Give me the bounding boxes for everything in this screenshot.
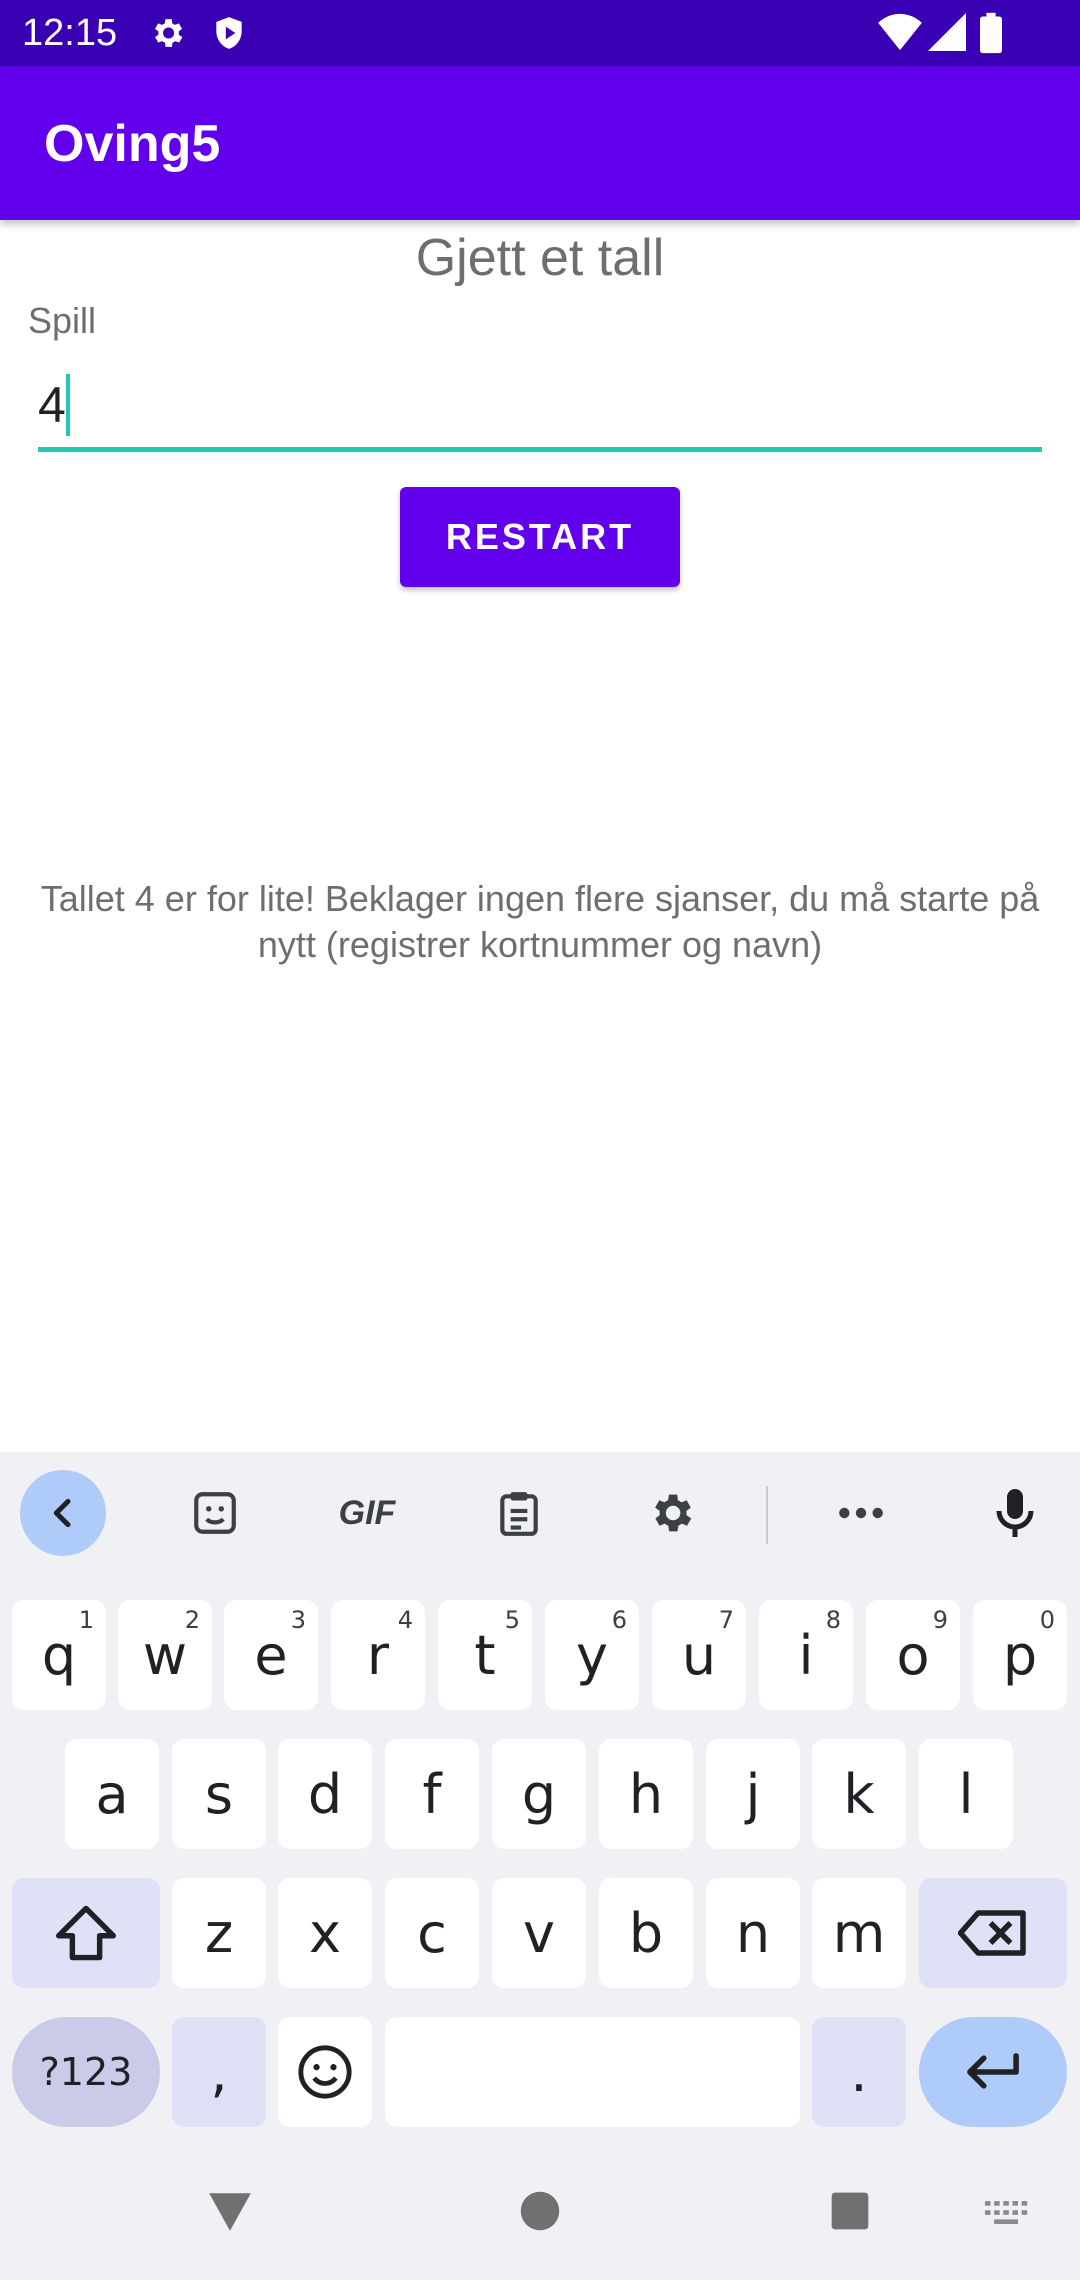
key-t[interactable]: t5 [438, 1600, 532, 1710]
key-w[interactable]: w2 [118, 1600, 212, 1710]
gear-icon [148, 14, 186, 52]
emoji-icon [298, 2045, 352, 2099]
keyboard-toolbar: GIF [0, 1452, 1080, 1582]
shift-icon [56, 1905, 116, 1961]
key-label: t [474, 1623, 496, 1687]
shield-icon [210, 14, 248, 52]
key-hint: 1 [78, 1606, 94, 1634]
sticker-icon[interactable] [172, 1470, 258, 1556]
gif-icon[interactable]: GIF [324, 1470, 410, 1556]
back-triangle-icon[interactable] [205, 2189, 255, 2240]
key-o[interactable]: o9 [866, 1600, 960, 1710]
key-v[interactable]: v [492, 1878, 586, 1988]
key-e[interactable]: e3 [224, 1600, 318, 1710]
mic-icon[interactable] [972, 1470, 1058, 1556]
key-q[interactable]: q1 [12, 1600, 106, 1710]
keyboard-switch-icon[interactable] [985, 2201, 1029, 2230]
text-caret [66, 374, 70, 436]
clipboard-icon[interactable] [476, 1470, 562, 1556]
key-y[interactable]: y6 [545, 1600, 639, 1710]
more-icon[interactable] [818, 1470, 904, 1556]
status-time: 12:15 [22, 12, 118, 54]
signal-icon [928, 12, 966, 52]
key-label: r [366, 1623, 390, 1687]
key-hint: 2 [184, 1606, 200, 1634]
soft-keyboard: GIF q1 w2 e3 r4 t5 y6 u7 i8 o9 p0 a s d … [0, 1452, 1080, 2280]
key-hint: 4 [397, 1606, 413, 1634]
key-x[interactable]: x [278, 1878, 372, 1988]
settings-icon[interactable] [628, 1470, 714, 1556]
recents-square-icon[interactable] [829, 2191, 871, 2236]
key-h[interactable]: h [599, 1739, 693, 1849]
key-hint: 8 [825, 1606, 841, 1634]
wifi-icon [878, 12, 922, 52]
enter-icon [967, 2053, 1019, 2089]
app-bar: Oving5 [0, 66, 1080, 220]
key-l[interactable]: l [919, 1739, 1013, 1849]
emoji-key[interactable] [278, 2017, 372, 2127]
key-c[interactable]: c [385, 1878, 479, 1988]
key-p[interactable]: p0 [973, 1600, 1067, 1710]
gif-label: GIF [338, 1493, 396, 1532]
key-g[interactable]: g [492, 1739, 586, 1849]
key-hint: 3 [290, 1606, 306, 1634]
key-label: p [1002, 1623, 1038, 1687]
input-label: Spill [28, 300, 97, 341]
key-hint: 0 [1039, 1606, 1055, 1634]
backspace-key[interactable] [919, 1878, 1067, 1988]
comma-key[interactable]: , [172, 2017, 266, 2127]
key-hint: 7 [718, 1606, 734, 1634]
key-hint: 9 [932, 1606, 948, 1634]
guess-input-value[interactable]: 4 [38, 376, 66, 434]
key-n[interactable]: n [706, 1878, 800, 1988]
guess-input[interactable]: 4 [38, 360, 1042, 452]
key-b[interactable]: b [599, 1878, 693, 1988]
key-s[interactable]: s [172, 1739, 266, 1849]
key-j[interactable]: j [706, 1739, 800, 1849]
key-hint: 6 [611, 1606, 627, 1634]
page-heading: Gjett et tall [415, 229, 665, 287]
key-label: u [681, 1623, 717, 1687]
result-message: Tallet 4 er for lite! Beklager ingen fle… [40, 878, 1040, 965]
key-r[interactable]: r4 [331, 1600, 425, 1710]
key-u[interactable]: u7 [652, 1600, 746, 1710]
key-label: i [798, 1623, 814, 1687]
key-a[interactable]: a [65, 1739, 159, 1849]
restart-button[interactable]: RESTART [400, 487, 680, 587]
toolbar-divider [766, 1486, 768, 1544]
enter-key[interactable] [919, 2017, 1067, 2127]
period-key[interactable]: . [812, 2017, 906, 2127]
home-circle-icon[interactable] [519, 2190, 561, 2237]
key-z[interactable]: z [172, 1878, 266, 1988]
shift-key[interactable] [12, 1878, 160, 1988]
backspace-icon [958, 1910, 1026, 1956]
navigation-bar [0, 2165, 1080, 2280]
key-label: e [254, 1623, 288, 1687]
status-bar: 12:15 [0, 0, 1080, 66]
key-i[interactable]: i8 [759, 1600, 853, 1710]
back-icon[interactable] [20, 1470, 106, 1556]
space-key[interactable] [385, 2017, 800, 2127]
symbols-key[interactable]: ?123 [12, 2017, 160, 2127]
key-label: w [142, 1623, 188, 1687]
battery-icon [980, 12, 1002, 54]
key-label: y [576, 1623, 608, 1687]
app-title: Oving5 [44, 115, 221, 173]
key-label: o [896, 1623, 930, 1687]
key-k[interactable]: k [812, 1739, 906, 1849]
key-m[interactable]: m [812, 1878, 906, 1988]
screen: 12:15 Oving5 Gjett et tall Spill 4 RESTA… [0, 0, 1080, 2280]
key-f[interactable]: f [385, 1739, 479, 1849]
key-label: q [41, 1623, 77, 1687]
key-d[interactable]: d [278, 1739, 372, 1849]
key-hint: 5 [504, 1606, 520, 1634]
